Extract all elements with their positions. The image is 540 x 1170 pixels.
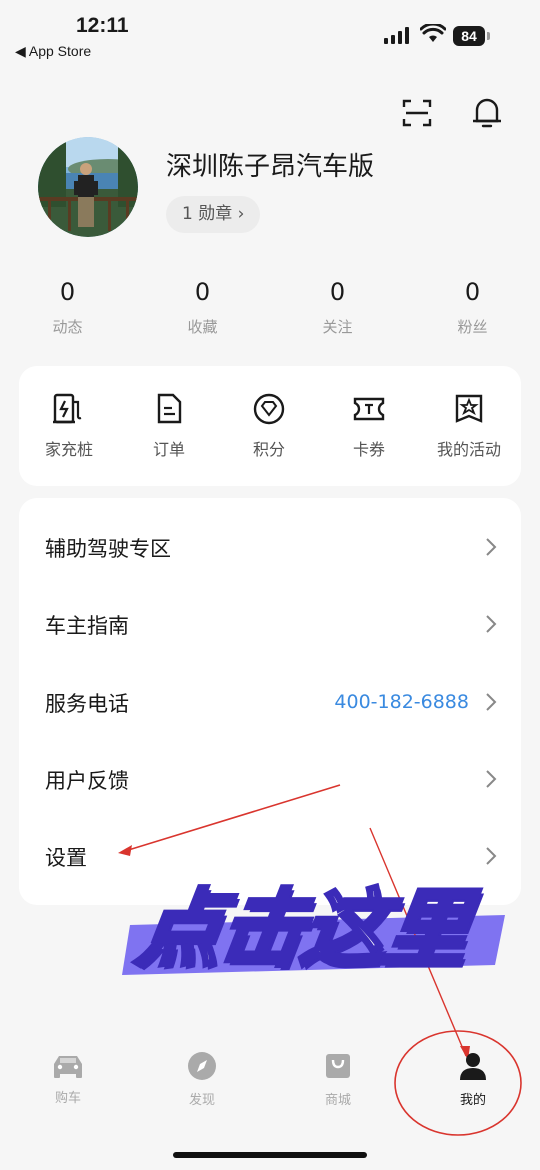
tab-mine[interactable]: 我的 — [433, 1050, 513, 1108]
user-icon — [460, 1053, 486, 1080]
annotation-callout-text: 点击这里 — [129, 878, 475, 980]
arrow-head — [118, 845, 132, 856]
tab-label: 我的 — [459, 1093, 486, 1108]
tab-shop[interactable]: 商城 — [298, 1050, 378, 1108]
arrow-to-settings — [121, 784, 341, 853]
tab-label: 商城 — [324, 1093, 351, 1108]
home-indicator — [173, 1152, 367, 1158]
tab-discover[interactable]: 发现 — [162, 1050, 242, 1108]
tab-label: 购车 — [54, 1091, 81, 1106]
tab-buy-car[interactable]: 购车 — [28, 1050, 108, 1106]
bottom-tab-bar: 购车 发现 商城 我的 — [0, 1050, 540, 1130]
annotation-overlay — [118, 784, 522, 1136]
car-icon — [54, 1056, 82, 1078]
compass-icon — [188, 1052, 216, 1080]
tab-label: 发现 — [188, 1093, 215, 1108]
shop-bag-icon — [326, 1054, 350, 1078]
